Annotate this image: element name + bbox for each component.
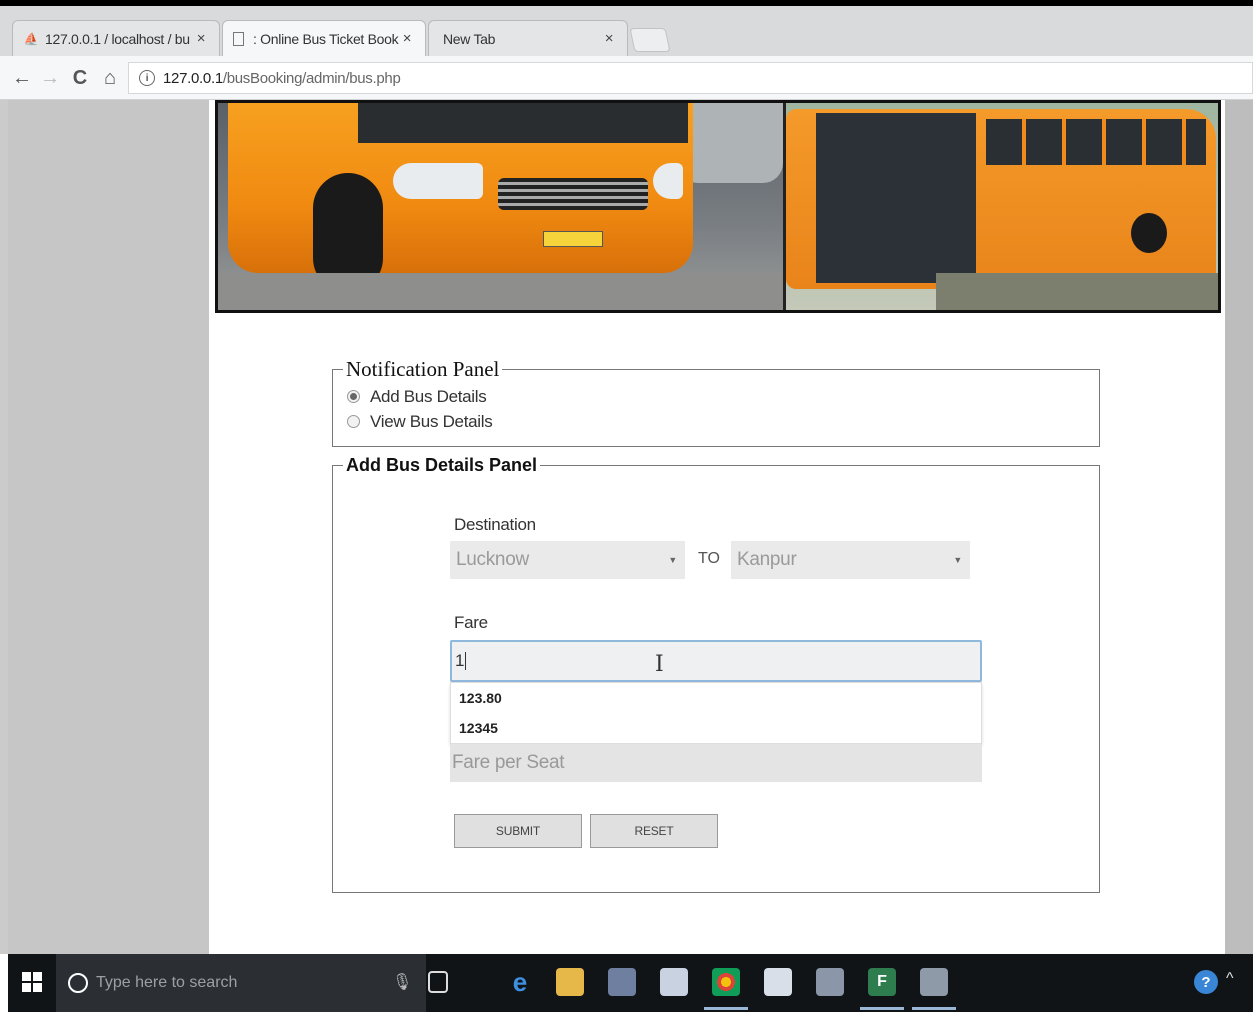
autocomplete-dropdown: 123.80 12345 <box>450 682 982 744</box>
close-icon[interactable]: × <box>601 30 617 47</box>
address-path: /busBooking/admin/bus.php <box>222 69 401 87</box>
autocomplete-item[interactable]: 123.80 <box>451 683 981 713</box>
file-explorer-icon[interactable] <box>556 968 584 996</box>
tab-phpmyadmin[interactable]: ⛵ 127.0.0.1 / localhost / bu × <box>12 20 220 56</box>
edge-browser-icon[interactable]: e <box>506 967 534 997</box>
radio-label: View Bus Details <box>370 411 493 431</box>
tab-online-bus-ticket[interactable]: : Online Bus Ticket Booki × <box>222 20 426 56</box>
tab-title: New Tab <box>443 30 496 47</box>
from-select[interactable]: Lucknow ▼ <box>450 541 685 579</box>
page-right-margin <box>1225 100 1253 954</box>
ibeam-cursor-icon: I <box>655 652 664 677</box>
app-cube-icon[interactable] <box>764 968 792 996</box>
radio-view-bus-details[interactable]: View Bus Details <box>347 409 1099 434</box>
browser-tab-strip: ⛵ 127.0.0.1 / localhost / bu × : Online … <box>0 6 1253 56</box>
app-f-icon[interactable]: F <box>860 968 904 1010</box>
fare-input[interactable]: 1 <box>450 640 982 682</box>
windows-start-icon[interactable] <box>22 972 42 992</box>
task-view-icon[interactable] <box>428 971 448 993</box>
forward-icon[interactable]: → <box>36 64 64 92</box>
notification-panel: Notification Panel Add Bus Details View … <box>332 357 1100 447</box>
fare-input-value: 1 <box>455 651 465 670</box>
new-tab-button[interactable] <box>629 28 671 52</box>
autocomplete-item[interactable]: 12345 <box>451 713 981 743</box>
page-left-margin <box>8 100 209 954</box>
text-caret <box>465 652 467 670</box>
to-separator: TO <box>698 550 720 567</box>
tray-chevron-icon[interactable]: ^ <box>1226 970 1234 988</box>
destination-label: Destination <box>454 515 536 534</box>
bus-banner-image <box>215 100 1221 313</box>
close-icon[interactable]: × <box>193 30 209 47</box>
reset-button[interactable]: RESET <box>590 814 718 848</box>
reload-icon[interactable]: C <box>66 64 94 92</box>
page-viewport: Notification Panel Add Bus Details View … <box>0 100 1253 954</box>
to-select-value: Kanpur <box>737 549 797 570</box>
tab-title: : Online Bus Ticket Booki <box>253 30 399 47</box>
to-select[interactable]: Kanpur ▼ <box>731 541 970 579</box>
license-plate <box>543 231 603 247</box>
app-feather-icon[interactable] <box>816 968 844 996</box>
home-icon[interactable]: ⌂ <box>96 64 124 92</box>
chrome-icon[interactable] <box>704 968 748 1010</box>
radio-add-bus-details[interactable]: Add Bus Details <box>347 384 1099 409</box>
bus-front-photo <box>218 103 783 310</box>
taskbar-search-placeholder: Type here to search <box>96 974 238 991</box>
notification-panel-legend: Notification Panel <box>346 357 500 381</box>
document-icon <box>233 31 244 46</box>
help-icon[interactable]: ? <box>1194 970 1218 994</box>
microphone-icon[interactable]: 🎙 <box>392 972 412 992</box>
windows-taskbar: Type here to search 🎙 e F ? ^ <box>8 954 1253 1012</box>
tab-title: 127.0.0.1 / localhost / bu <box>45 30 190 47</box>
calculator-icon[interactable] <box>660 968 688 996</box>
submit-button[interactable]: SUBMIT <box>454 814 582 848</box>
radio-label: Add Bus Details <box>370 386 487 406</box>
info-icon[interactable]: i <box>139 70 155 86</box>
address-bar[interactable]: i 127.0.0.1 /busBooking/admin/bus.php <box>128 62 1253 94</box>
cortana-icon <box>68 973 88 993</box>
address-host: 127.0.0.1 <box>163 69 223 87</box>
chevron-down-icon: ▼ <box>953 555 962 565</box>
add-panel-legend: Add Bus Details Panel <box>346 455 538 475</box>
bus-side-photo <box>786 103 1218 310</box>
bg-car <box>678 103 783 183</box>
radio-checked-icon[interactable] <box>347 390 360 403</box>
app-icon[interactable] <box>608 968 636 996</box>
browser-toolbar: ← → C ⌂ i 127.0.0.1 /busBooking/admin/bu… <box>0 56 1253 100</box>
chevron-down-icon: ▼ <box>668 555 677 565</box>
fare-label: Fare <box>454 613 488 632</box>
paint-icon[interactable] <box>912 968 956 1010</box>
close-icon[interactable]: × <box>399 30 415 47</box>
fare-per-seat-input[interactable]: Fare per Seat <box>450 744 982 782</box>
tab-new-tab[interactable]: New Tab × <box>428 20 628 56</box>
phpmyadmin-icon: ⛵ <box>23 31 39 46</box>
back-icon[interactable]: ← <box>8 64 36 92</box>
from-select-value: Lucknow <box>456 549 529 570</box>
radio-unchecked-icon[interactable] <box>347 415 360 428</box>
taskbar-search-box[interactable]: Type here to search <box>56 954 426 1012</box>
